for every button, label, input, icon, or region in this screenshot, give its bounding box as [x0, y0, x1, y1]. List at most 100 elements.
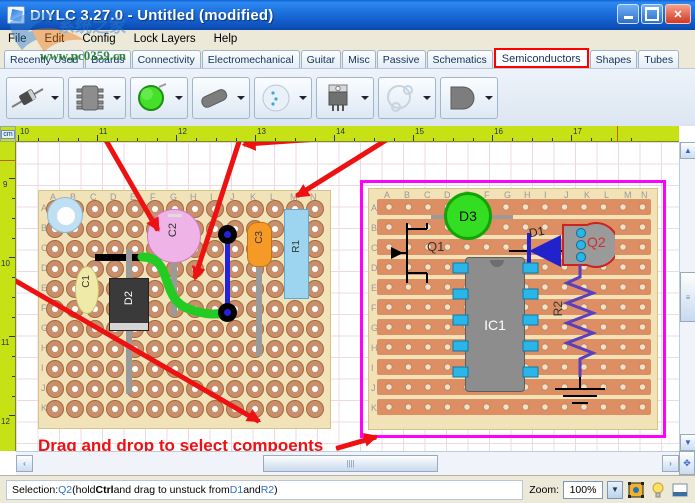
label-R1: R1: [291, 240, 302, 253]
component-D3[interactable]: D3: [444, 192, 492, 240]
hruler-tick-10: 10: [20, 127, 29, 136]
menu-bar: File Edit Config Lock Layers Help: [0, 30, 695, 48]
menu-item-config[interactable]: Config: [80, 32, 117, 46]
scroll-right-arrow[interactable]: ›: [662, 455, 679, 472]
toolbar-button-transistor-to92[interactable]: [440, 76, 498, 119]
toolbar-button-transistor-axial[interactable]: [192, 76, 250, 119]
status-key: Ctrl: [95, 483, 114, 496]
hscroll-thumb[interactable]: ||||: [263, 455, 438, 472]
chevron-down-icon[interactable]: [111, 78, 123, 118]
vertical-scrollbar[interactable]: ▲ ≡ ▼: [679, 142, 695, 451]
panel-icon[interactable]: [671, 481, 689, 499]
zoom-value[interactable]: 100%: [563, 480, 603, 499]
menu-item-edit[interactable]: Edit: [43, 32, 67, 46]
label-R2: R2: [551, 301, 565, 317]
toolbar-button-transistor-to220[interactable]: [316, 76, 374, 119]
close-button[interactable]: ✕: [665, 4, 691, 24]
tab-schematics[interactable]: Schematics: [426, 50, 493, 68]
chevron-down-icon[interactable]: [235, 78, 247, 118]
hruler-tick-16: 16: [494, 127, 503, 136]
transistor-axial-icon: [193, 78, 235, 118]
hruler-tick-11: 11: [99, 127, 108, 136]
title-bar: DIYLC 3.27.0 - Untitled (modified) ✕: [0, 0, 695, 30]
minimize-button[interactable]: [617, 4, 639, 24]
chevron-down-icon[interactable]: [421, 78, 433, 118]
component-toolbar: [0, 68, 695, 126]
status-right-group: Zoom: 100% ▼: [529, 480, 689, 499]
annotation-text: Drag and drop to select compoents: [38, 436, 324, 451]
status-mid1: (hold: [72, 483, 96, 496]
toolbar-button-transistor-to5[interactable]: [254, 76, 312, 119]
tab-connectivity[interactable]: Connectivity: [131, 50, 201, 68]
tab-semiconductors[interactable]: Semiconductors: [493, 48, 589, 68]
status-ref-D1: D1: [229, 483, 244, 496]
vruler-tick-11: 11: [1, 338, 10, 347]
scroll-corner-button[interactable]: ✥: [679, 451, 695, 475]
vruler-tick-10: 10: [1, 259, 10, 268]
transistor-to5-icon: [255, 78, 297, 118]
hruler-tick-15: 15: [415, 127, 424, 136]
component-C3[interactable]: C3: [247, 222, 272, 267]
transistor-outline-icon: [379, 78, 421, 118]
tab-passive[interactable]: Passive: [376, 50, 426, 68]
vertical-ruler[interactable]: 9 10 11 12: [0, 142, 16, 451]
watermark-url: www.pc0359.cn: [40, 48, 126, 63]
component-R1[interactable]: R1: [284, 209, 309, 299]
horizontal-ruler[interactable]: 10 11 12 13 14 15 16 17: [16, 126, 679, 142]
chevron-down-icon[interactable]: [49, 78, 61, 118]
toolbar-button-diode-axial[interactable]: [6, 76, 64, 119]
tab-guitar[interactable]: Guitar: [300, 50, 342, 68]
label-Q1: Q1: [427, 239, 445, 254]
status-mid3: and: [243, 483, 261, 496]
chevron-down-icon[interactable]: [359, 78, 371, 118]
chevron-down-icon[interactable]: [173, 78, 185, 118]
tab-misc[interactable]: Misc: [342, 50, 376, 68]
vscroll-thumb[interactable]: ≡: [680, 272, 695, 322]
diode-axial-icon: [7, 78, 49, 118]
window-controls: ✕: [617, 4, 691, 24]
component-Q2[interactable]: Q2: [557, 221, 620, 269]
hruler-tick-14: 14: [336, 127, 345, 136]
menu-item-file[interactable]: File: [6, 32, 29, 46]
menu-item-help[interactable]: Help: [212, 32, 240, 46]
label-D1: D1: [527, 223, 546, 241]
scroll-down-arrow[interactable]: ▼: [680, 434, 695, 451]
horizontal-scrollbar[interactable]: ‹ |||| ›: [16, 451, 679, 475]
tab-electromechanical[interactable]: Electromechanical: [201, 50, 300, 68]
led-green-icon: [131, 78, 173, 118]
toolbar-button-led[interactable]: [130, 76, 188, 119]
scroll-up-arrow[interactable]: ▲: [680, 142, 695, 159]
stripboard[interactable]: A B C D E F G H I J K L M N A B C D E F: [368, 188, 658, 430]
window-title: DIYLC 3.27.0 - Untitled (modified): [30, 6, 274, 24]
tab-tubes[interactable]: Tubes: [638, 50, 680, 68]
status-bar: Selection: Q2 (hold Ctrl and drag to uns…: [0, 475, 695, 503]
schematic-canvas[interactable]: A B C D E F G H I J K L M N A B C D E F: [16, 142, 679, 451]
status-selection-ref: Q2: [58, 483, 73, 496]
zoom-label: Zoom:: [529, 483, 559, 496]
lightbulb-icon[interactable]: [649, 481, 667, 499]
menu-item-lock-layers[interactable]: Lock Layers: [132, 32, 198, 46]
wire-terminal-bottom[interactable]: [218, 303, 237, 322]
ruler-unit-corner[interactable]: cm: [0, 126, 16, 142]
label-D3: D3: [459, 208, 477, 224]
status-ref-R2: R2: [260, 483, 275, 496]
status-prefix: Selection:: [12, 483, 59, 496]
ruler-unit-label: cm: [1, 129, 15, 139]
vruler-tick-9: 9: [3, 180, 8, 189]
toolbar-button-dip-ic[interactable]: [68, 76, 126, 119]
chevron-down-icon[interactable]: [297, 78, 309, 118]
zoom-dropdown-arrow[interactable]: ▼: [607, 480, 623, 499]
maximize-button[interactable]: [641, 4, 663, 24]
selection-frame-icon[interactable]: [627, 481, 645, 499]
wire-terminal-top[interactable]: [218, 225, 237, 244]
scroll-left-arrow[interactable]: ‹: [16, 455, 33, 472]
tab-shapes[interactable]: Shapes: [589, 50, 638, 68]
status-mid2: and drag to unstuck from: [113, 483, 230, 496]
status-suffix: ): [274, 483, 278, 496]
label-C3: C3: [254, 231, 265, 244]
perfboard[interactable]: A B C D E F G H I J K L M N A B C D E F: [38, 190, 331, 429]
chevron-down-icon[interactable]: [483, 78, 495, 118]
component-R2[interactable]: [547, 265, 617, 415]
toolbar-button-transistor-outline[interactable]: [378, 76, 436, 119]
transistor-to220-icon: [317, 78, 359, 118]
